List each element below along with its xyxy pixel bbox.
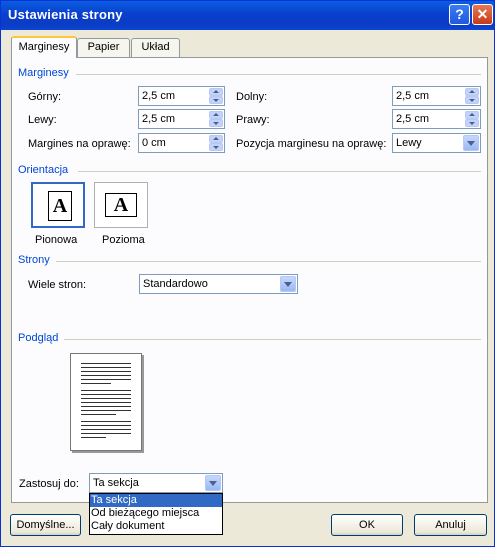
divider [76, 74, 481, 75]
pages-section-title: Strony [18, 254, 50, 266]
spin-down-icon[interactable] [465, 119, 479, 127]
bottom-margin-label: Dolny: [236, 91, 268, 103]
tab-panel: Marginesy Górny: 2,5 cm Dolny: 2,5 cm Le… [11, 57, 488, 503]
apply-to-label: Zastosuj do: [19, 478, 79, 490]
portrait-page-icon: A [48, 191, 72, 221]
bottom-margin-spinner[interactable]: 2,5 cm [392, 86, 481, 106]
tab-layout[interactable]: Układ [131, 38, 180, 57]
right-margin-label: Prawy: [236, 114, 270, 126]
landscape-page-icon: A [105, 193, 137, 217]
tab-paper[interactable]: Papier [77, 38, 130, 57]
landscape-label: Pozioma [102, 234, 145, 246]
spin-up-icon[interactable] [209, 111, 223, 119]
spin-up-icon[interactable] [465, 111, 479, 119]
landscape-button[interactable]: A [94, 182, 148, 228]
spin-up-icon[interactable] [209, 135, 223, 143]
top-margin-spinner[interactable]: 2,5 cm [138, 86, 225, 106]
apply-to-value: Ta sekcja [93, 477, 139, 489]
close-icon[interactable]: ✕ [472, 4, 493, 25]
portrait-label: Pionowa [35, 234, 78, 246]
left-margin-spinner[interactable]: 2,5 cm [138, 109, 225, 129]
top-margin-label: Górny: [28, 91, 62, 103]
page-preview [70, 353, 142, 451]
gutter-value: 0 cm [142, 137, 166, 149]
divider [56, 261, 481, 262]
default-button[interactable]: Domyślne... [10, 514, 81, 536]
orientation-section-title: Orientacja [18, 164, 69, 176]
option-this-section[interactable]: Ta sekcja [90, 494, 222, 507]
preview-section-title: Podgląd [18, 332, 59, 344]
margins-section-title: Marginesy [18, 67, 69, 79]
option-from-here[interactable]: Od bieżącego miejsca [90, 507, 222, 520]
cancel-button[interactable]: Anuluj [414, 514, 487, 536]
right-margin-value: 2,5 cm [396, 113, 430, 125]
help-icon[interactable]: ? [449, 4, 470, 25]
left-margin-label: Lewy: [28, 114, 57, 126]
spin-up-icon[interactable] [465, 88, 479, 96]
gutter-position-select[interactable]: Lewy [392, 133, 481, 153]
multiple-pages-label: Wiele stron: [28, 279, 87, 291]
chevron-down-icon[interactable] [463, 135, 479, 151]
apply-to-dropdown: Ta sekcja Od bieżącego miejsca Cały doku… [89, 493, 223, 535]
divider [78, 171, 481, 172]
gutter-spinner[interactable]: 0 cm [138, 133, 225, 153]
divider [64, 339, 481, 340]
spin-down-icon[interactable] [209, 119, 223, 127]
tab-margins[interactable]: Marginesy [11, 36, 77, 58]
spin-down-icon[interactable] [465, 96, 479, 104]
left-margin-value: 2,5 cm [142, 113, 176, 125]
spin-down-icon[interactable] [209, 96, 223, 104]
ok-button[interactable]: OK [331, 514, 403, 536]
page-setup-dialog: Ustawienia strony ? ✕ Marginesy Papier U… [0, 0, 495, 547]
title-bar[interactable]: Ustawienia strony ? ✕ [1, 1, 494, 30]
option-whole-document[interactable]: Cały dokument [90, 520, 222, 533]
chevron-down-icon[interactable] [205, 475, 221, 491]
right-margin-spinner[interactable]: 2,5 cm [392, 109, 481, 129]
spin-up-icon[interactable] [209, 88, 223, 96]
top-margin-value: 2,5 cm [142, 90, 176, 102]
multiple-pages-value: Standardowo [143, 278, 208, 290]
multiple-pages-select[interactable]: Standardowo [139, 274, 298, 294]
gutter-label: Margines na oprawę: [28, 138, 131, 150]
window-title: Ustawienia strony [8, 7, 123, 22]
apply-to-select[interactable]: Ta sekcja [89, 473, 223, 493]
portrait-button[interactable]: A [31, 182, 85, 228]
gutter-position-value: Lewy [396, 137, 422, 149]
gutter-position-label: Pozycja marginesu na oprawę: [236, 138, 387, 150]
spin-down-icon[interactable] [209, 143, 223, 151]
bottom-margin-value: 2,5 cm [396, 90, 430, 102]
chevron-down-icon[interactable] [280, 276, 296, 292]
